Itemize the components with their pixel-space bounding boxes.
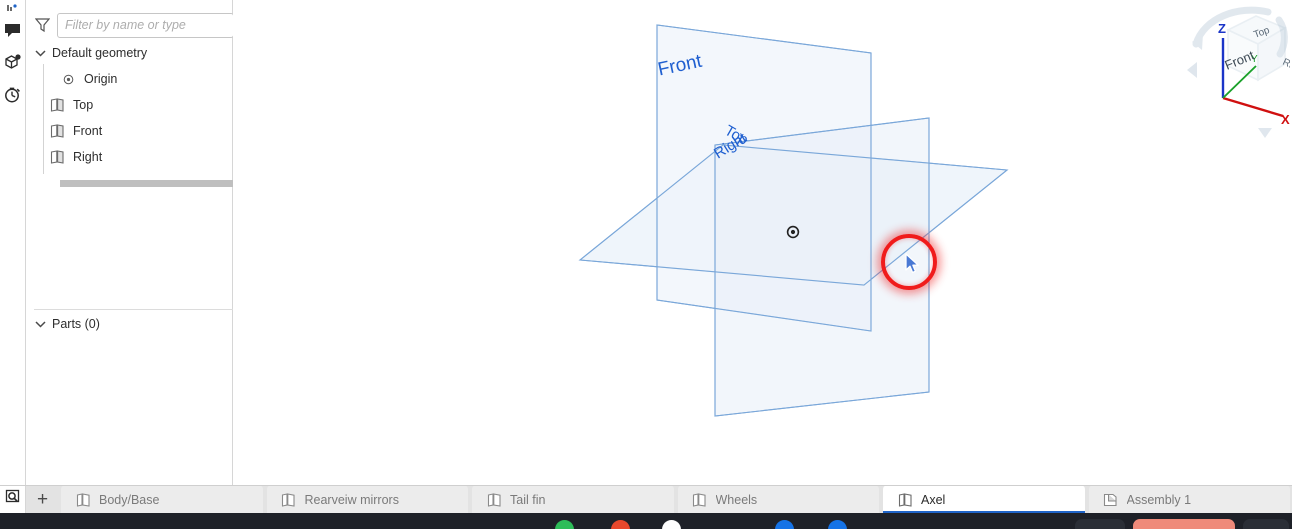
plane-icon: [50, 150, 65, 165]
tree-item-label: Front: [73, 124, 103, 138]
dock-item-3[interactable]: [662, 520, 681, 529]
tab-label: Axel: [921, 492, 946, 507]
tree-item-right[interactable]: Right: [44, 144, 233, 170]
part-studio-icon: [75, 492, 91, 508]
tab-body-base[interactable]: Body/Base: [59, 486, 265, 513]
parts-section-label: Parts (0): [52, 317, 100, 331]
tree-item-label: Origin: [84, 72, 118, 86]
plane-icon: [50, 98, 65, 113]
plane-icon: [50, 124, 65, 139]
part-studio-icon: [486, 492, 502, 508]
tab-label: Body/Base: [99, 492, 160, 507]
os-dock: [0, 513, 1292, 529]
default-planes-graphic: [578, 24, 1009, 417]
onshape-window: Default geometry Origin: [0, 0, 1292, 529]
tab-assembly-1[interactable]: Assembly 1: [1086, 486, 1292, 513]
history-icon[interactable]: [1, 78, 25, 110]
tree-group-default-geometry[interactable]: Default geometry: [26, 42, 233, 64]
document-tab-bar: + Body/Base Rearveiw mirrors Tail fin Wh…: [0, 485, 1292, 513]
tab-label: Tail fin: [510, 492, 546, 507]
toolbar-partial-icon[interactable]: [1, 2, 25, 14]
origin-icon: [61, 72, 76, 87]
tab-wheels[interactable]: Wheels: [675, 486, 881, 513]
tree-children-default-geometry: Origin Top Front Right: [43, 64, 233, 174]
dock-item-1[interactable]: [555, 520, 574, 529]
dock-item-4[interactable]: [775, 520, 794, 529]
parts-section-header[interactable]: Parts (0): [34, 314, 100, 334]
chevron-down-icon: [34, 47, 46, 59]
feature-tree-panel: Default geometry Origin: [26, 0, 248, 485]
dock-item-6[interactable]: [1075, 519, 1125, 529]
3d-viewport[interactable]: Front Top Right Z X Y Top Front Ri: [233, 0, 1292, 485]
assembly-icon: [1103, 492, 1119, 508]
dock-item-7[interactable]: [1133, 519, 1235, 529]
tab-rearveiw-mirrors[interactable]: Rearveiw mirrors: [264, 486, 470, 513]
filter-row: [34, 12, 234, 38]
part-studio-icon: [692, 492, 708, 508]
part-studio-icon: [281, 492, 297, 508]
chevron-down-icon: [34, 318, 46, 330]
tree-item-front[interactable]: Front: [44, 118, 233, 144]
os-taskbar: [0, 513, 1292, 529]
zoom-to-fit-button[interactable]: [0, 486, 26, 513]
horizontal-scrollbar[interactable]: [60, 180, 248, 187]
feature-tree: Default geometry Origin Top Front Right …: [26, 42, 248, 485]
tab-axel[interactable]: Axel: [881, 486, 1087, 513]
tab-tail-fin[interactable]: Tail fin: [470, 486, 676, 513]
dock-item-2[interactable]: [611, 520, 630, 529]
tree-group-label: Default geometry: [52, 46, 148, 60]
tree-item-top[interactable]: Top: [44, 92, 233, 118]
tree-item-label: Right: [73, 150, 103, 164]
part-studio-icon: [897, 492, 913, 508]
filter-input[interactable]: [57, 12, 234, 38]
funnel-icon: [34, 17, 51, 33]
plane-right: [714, 117, 930, 417]
tab-label: Wheels: [715, 492, 758, 507]
tree-item-origin[interactable]: Origin: [44, 66, 233, 92]
add-tab-button[interactable]: +: [26, 486, 59, 513]
divider: [34, 309, 233, 310]
comments-icon[interactable]: [1, 14, 25, 46]
dock-item-8[interactable]: [1243, 519, 1289, 529]
magnifier-icon: [5, 489, 21, 510]
tab-label: Rearveiw mirrors: [304, 492, 399, 507]
tree-item-label: Top: [73, 98, 94, 112]
tab-label: Assembly 1: [1126, 492, 1192, 507]
left-icon-rail: [0, 0, 26, 485]
part-studio-icon[interactable]: [1, 46, 25, 78]
dock-item-5[interactable]: [828, 520, 847, 529]
